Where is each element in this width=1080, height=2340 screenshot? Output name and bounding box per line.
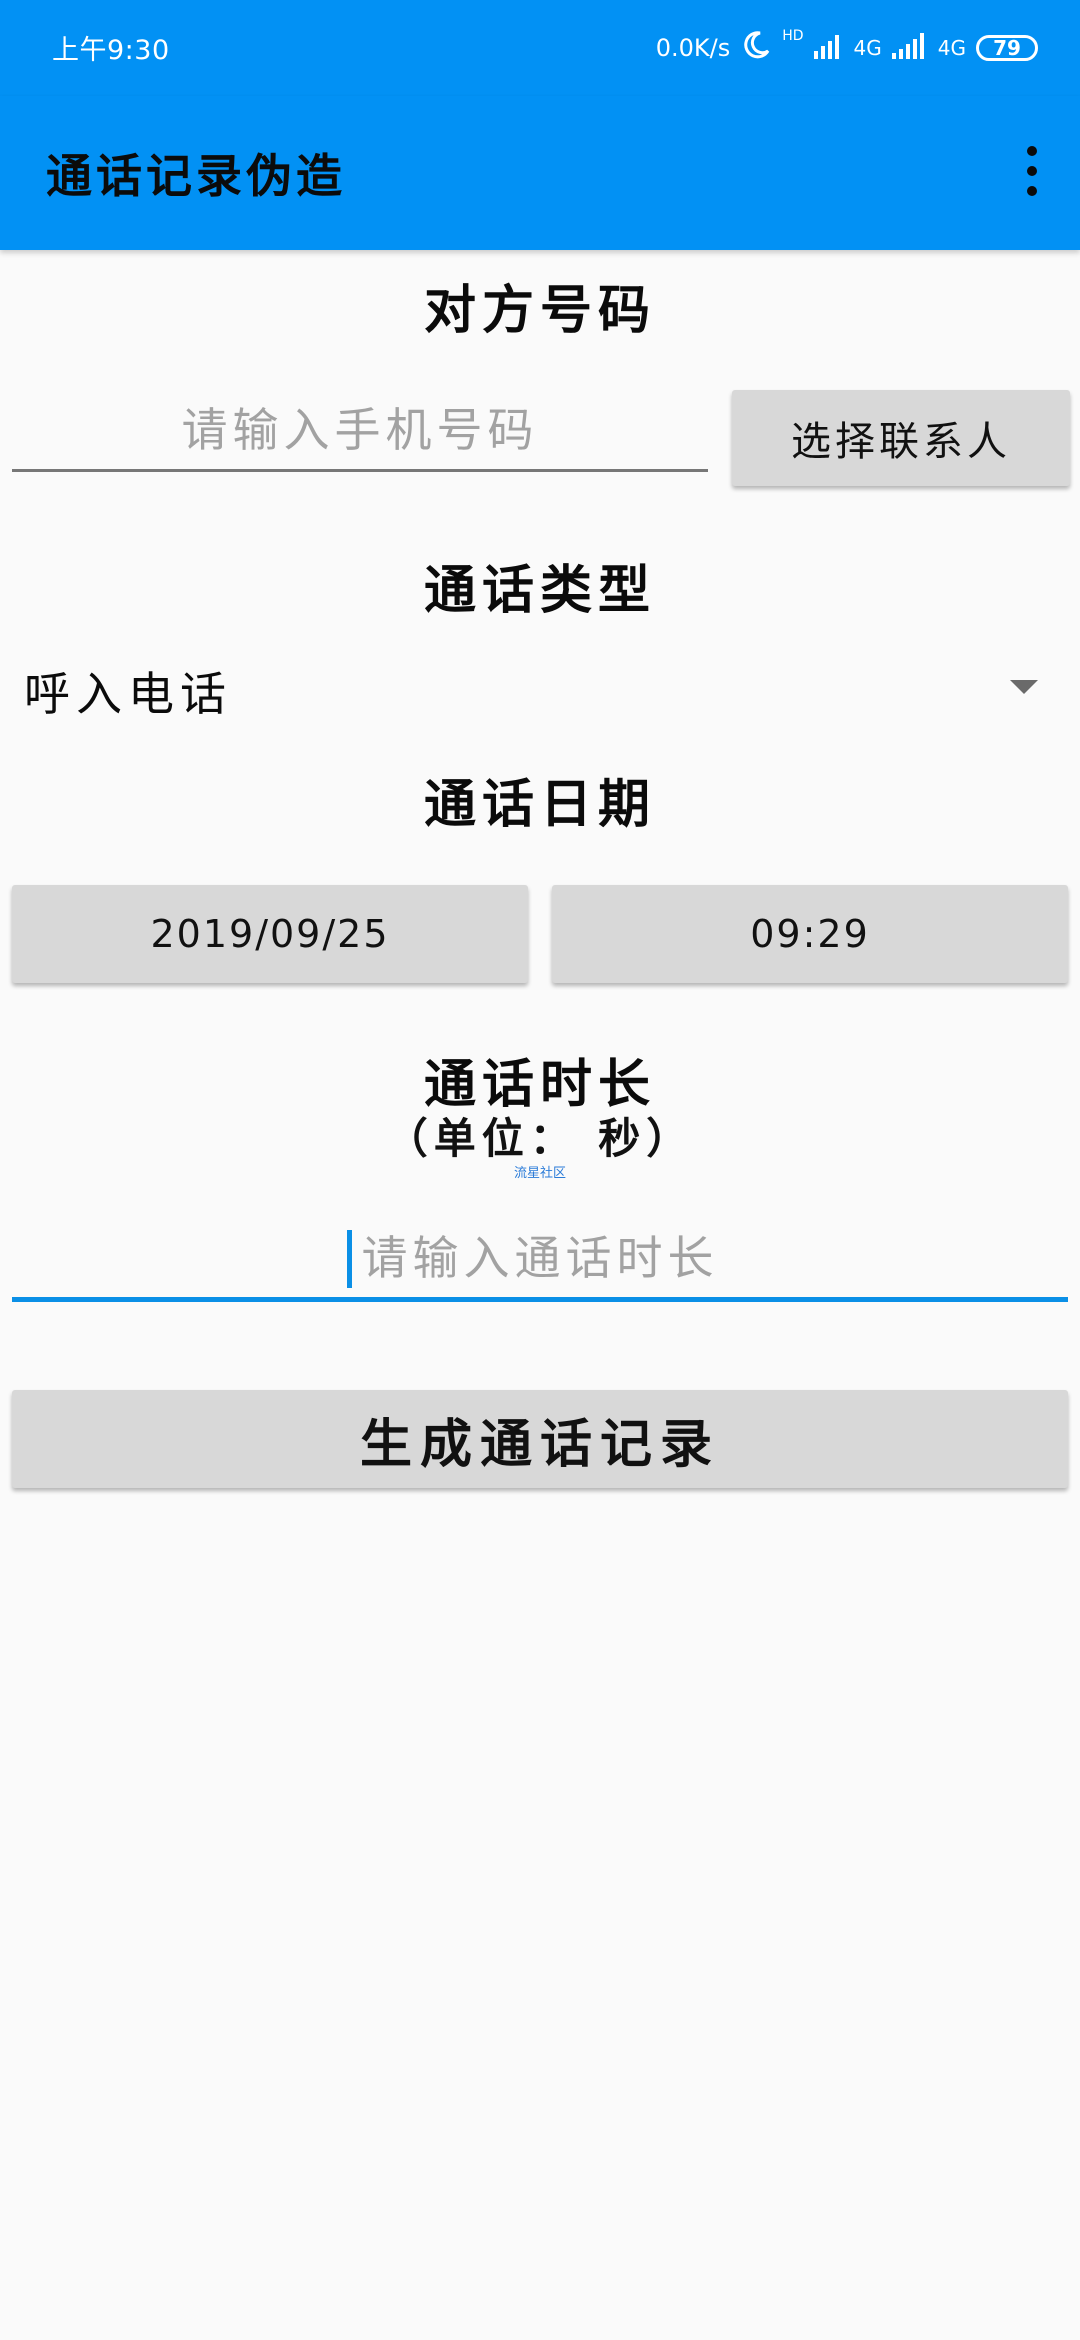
status-icons: 0.0K/s HD 4G 4G 79 <box>656 28 1038 68</box>
duration-input[interactable] <box>12 1218 1068 1302</box>
app-bar: 通话记录伪造 <box>0 96 1080 250</box>
select-contact-button[interactable]: 选择联系人 <box>732 390 1070 486</box>
date-picker-button[interactable]: 2019/09/25 <box>12 885 528 983</box>
phone-section-title: 对方号码 <box>423 281 656 341</box>
battery-icon: 79 <box>976 35 1038 61</box>
dropdown-arrow-icon <box>1010 680 1038 694</box>
status-bar: 上午9:30 0.0K/s HD 4G 4G 79 <box>0 0 1080 96</box>
battery-level: 79 <box>993 36 1021 60</box>
call-type-selected: 呼入电话 <box>24 667 232 721</box>
date-section-title: 通话日期 <box>423 775 656 835</box>
phone-number-input[interactable] <box>12 390 708 472</box>
network-type-1: 4G <box>853 36 882 60</box>
call-type-section-title: 通话类型 <box>423 561 656 621</box>
app-title: 通话记录伪造 <box>46 149 346 203</box>
menu-dot <box>1027 146 1037 156</box>
call-type-dropdown[interactable]: 呼入电话 <box>12 650 1068 722</box>
signal-icon <box>891 31 928 65</box>
status-time: 上午9:30 <box>52 35 170 66</box>
more-vert-icon[interactable] <box>1012 146 1052 196</box>
moon-icon <box>740 29 772 67</box>
menu-dot <box>1027 186 1037 196</box>
text-cursor <box>347 1230 352 1288</box>
net-speed: 0.0K/s <box>655 34 731 62</box>
watermark-text: 流星社区 <box>513 1166 566 1181</box>
generate-call-log-button[interactable]: 生成通话记录 <box>12 1390 1068 1488</box>
network-type-2: 4G <box>937 36 966 60</box>
menu-dot <box>1027 166 1037 176</box>
signal-icon <box>813 31 844 65</box>
time-picker-button[interactable]: 09:29 <box>552 885 1068 983</box>
duration-unit-label: （单位： 秒） <box>385 1114 695 1163</box>
hd-label: HD <box>782 28 804 44</box>
